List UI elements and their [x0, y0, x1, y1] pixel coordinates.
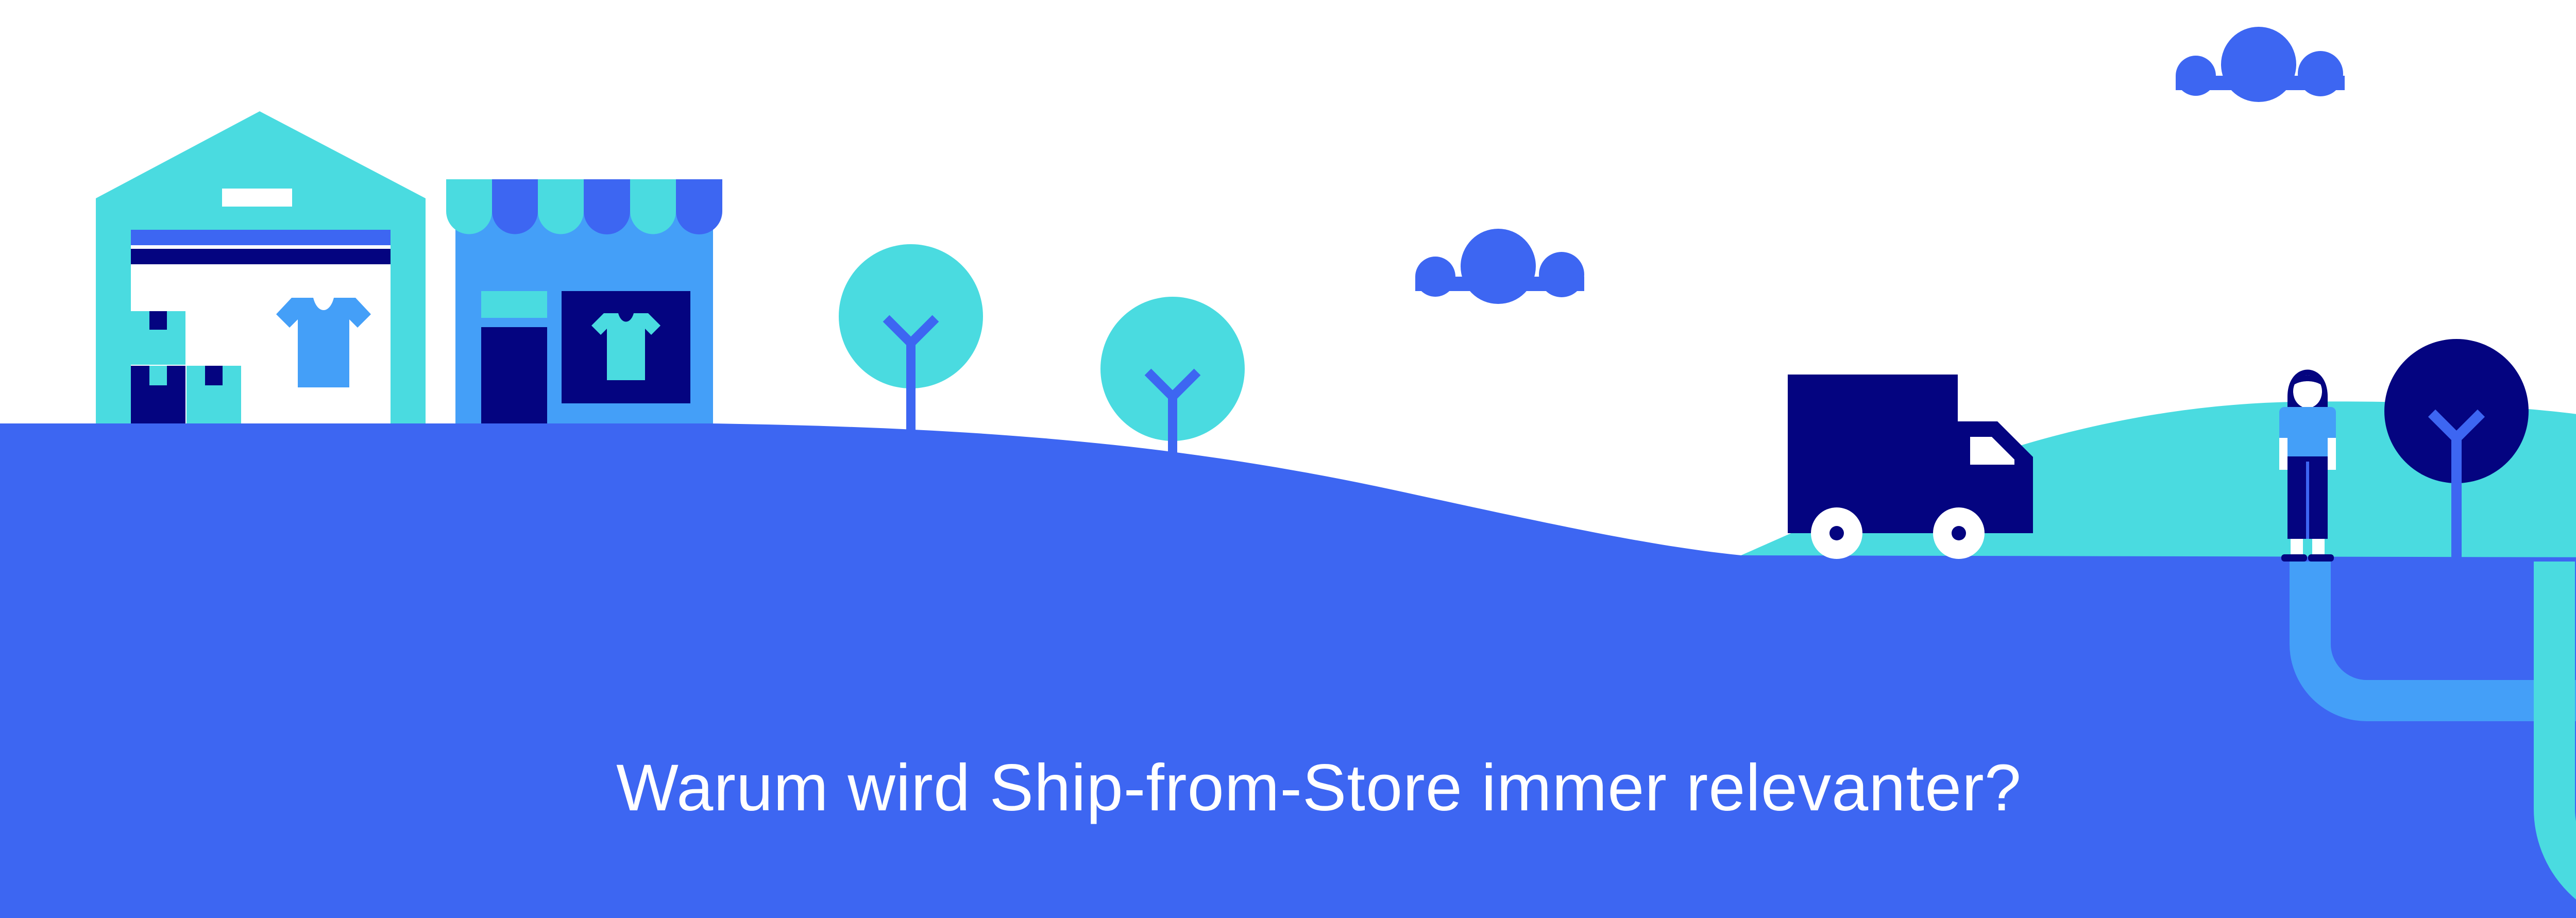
tree-icon: [839, 244, 983, 433]
headline: Warum wird Ship-from-Store immer relevan…: [616, 751, 2022, 825]
cloud-icon: [1415, 229, 1584, 304]
ship-from-store-banner: Warum wird Ship-from-Store immer relevan…: [0, 0, 2576, 918]
tree-icon: [1100, 297, 1245, 464]
cloud-icon: [2176, 27, 2345, 102]
person-icon: [2279, 369, 2336, 562]
delivery-truck-icon: [1788, 375, 2033, 559]
warehouse-icon: [96, 111, 426, 423]
store-icon: [446, 179, 722, 426]
